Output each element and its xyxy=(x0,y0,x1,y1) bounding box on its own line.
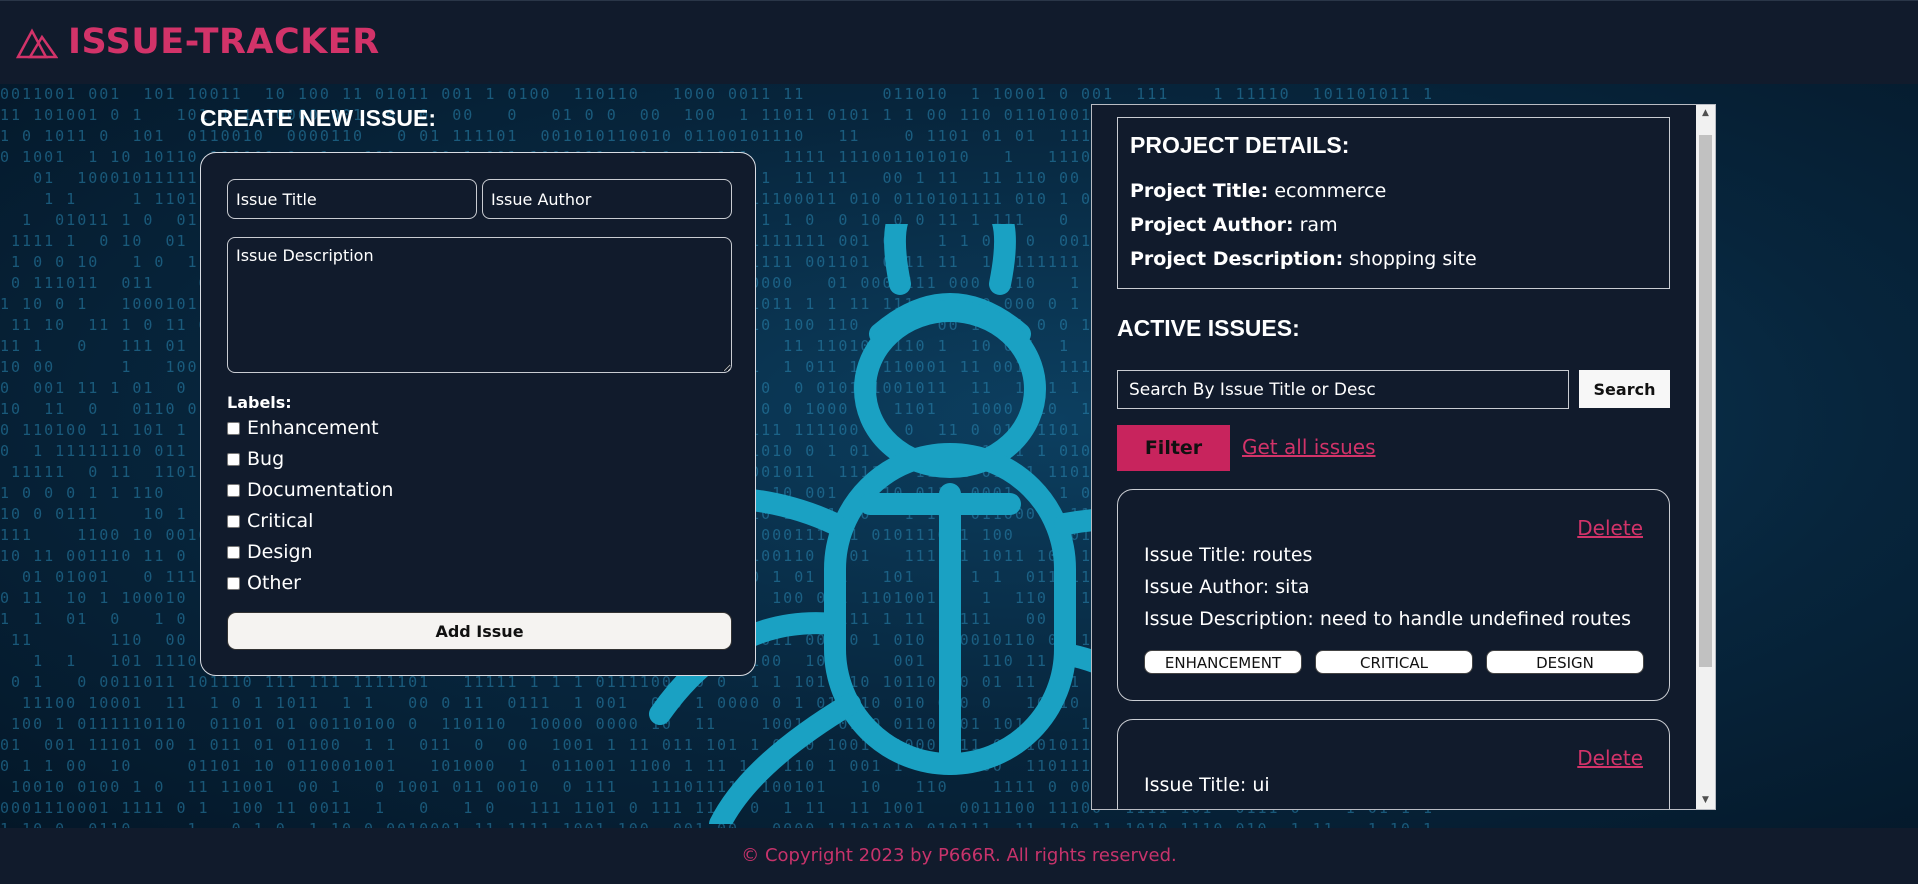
label-option-critical[interactable]: Critical xyxy=(227,510,313,532)
checkbox-label: Critical xyxy=(247,510,314,532)
documentation-checkbox[interactable] xyxy=(227,483,240,497)
field-value: routes xyxy=(1252,544,1313,566)
field-value: need to handle undefined routes xyxy=(1319,608,1632,630)
bug-checkbox[interactable] xyxy=(227,452,240,466)
field-label: Issue Description: xyxy=(1144,608,1314,630)
project-details-heading: PROJECT DETAILS: xyxy=(1130,132,1350,158)
field-value: ui xyxy=(1252,774,1270,796)
issue-title-input[interactable] xyxy=(227,179,477,219)
active-issues-heading: ACTIVE ISSUES: xyxy=(1117,315,1300,341)
footer: © Copyright 2023 by P666R. All rights re… xyxy=(0,828,1918,884)
scroll-thumb[interactable] xyxy=(1699,135,1712,667)
label-option-other[interactable]: Other xyxy=(227,572,301,594)
search-input[interactable] xyxy=(1117,370,1569,409)
checkbox-label: Documentation xyxy=(247,479,394,501)
project-description-row: Project Description: shopping site xyxy=(1130,248,1477,270)
field-label: Project Title: xyxy=(1130,180,1269,202)
field-value: ram xyxy=(1299,214,1338,236)
tag-enhancement: ENHANCEMENT xyxy=(1144,650,1302,674)
search-button[interactable]: Search xyxy=(1579,370,1670,408)
delete-issue-link[interactable]: Delete xyxy=(1577,746,1643,770)
project-panel[interactable]: PROJECT DETAILS: Project Title: ecommerc… xyxy=(1091,104,1716,810)
field-value: sita xyxy=(1275,576,1310,598)
field-label: Issue Title: xyxy=(1144,544,1247,566)
tag-design: DESIGN xyxy=(1486,650,1644,674)
issue-card: Delete Issue Title: ui xyxy=(1117,719,1670,809)
app-header: ISSUE-TRACKER xyxy=(0,0,1918,84)
issue-title-row: Issue Title: routes xyxy=(1144,544,1312,566)
create-issue-heading: CREATE NEW ISSUE: xyxy=(200,105,436,131)
issue-author-row: Issue Author: sita xyxy=(1144,576,1310,598)
filter-button[interactable]: Filter xyxy=(1117,425,1230,471)
issue-card: Delete Issue Title: routes Issue Author:… xyxy=(1117,489,1670,701)
field-label: Issue Author: xyxy=(1144,576,1270,598)
label-option-documentation[interactable]: Documentation xyxy=(227,479,393,501)
critical-checkbox[interactable] xyxy=(227,514,240,528)
label-option-design[interactable]: Design xyxy=(227,541,313,563)
enhancement-checkbox[interactable] xyxy=(227,421,240,435)
field-label: Issue Title: xyxy=(1144,774,1247,796)
tag-critical: CRITICAL xyxy=(1315,650,1473,674)
triangle-logo-icon xyxy=(16,28,58,59)
label-option-enhancement[interactable]: Enhancement xyxy=(227,417,379,439)
copyright-text: © Copyright 2023 by P666R. All rights re… xyxy=(741,845,1177,866)
field-value: ecommerce xyxy=(1274,180,1387,202)
other-checkbox[interactable] xyxy=(227,576,240,590)
issue-description-row: Issue Description: need to handle undefi… xyxy=(1144,608,1631,630)
labels-heading: Labels: xyxy=(227,393,292,412)
get-all-issues-link[interactable]: Get all issues xyxy=(1242,435,1376,459)
delete-issue-link[interactable]: Delete xyxy=(1577,516,1643,540)
brand-title[interactable]: ISSUE-TRACKER xyxy=(68,22,380,62)
project-author-row: Project Author: ram xyxy=(1130,214,1338,236)
checkbox-label: Bug xyxy=(247,448,285,470)
field-label: Project Author: xyxy=(1130,214,1294,236)
label-option-bug[interactable]: Bug xyxy=(227,448,284,470)
checkbox-label: Other xyxy=(247,572,301,594)
issue-author-input[interactable] xyxy=(482,179,732,219)
project-details-box: PROJECT DETAILS: Project Title: ecommerc… xyxy=(1117,117,1670,289)
field-value: shopping site xyxy=(1349,248,1477,270)
field-label: Project Description: xyxy=(1130,248,1344,270)
checkbox-label: Enhancement xyxy=(247,417,379,439)
issue-title-row: Issue Title: ui xyxy=(1144,774,1270,796)
design-checkbox[interactable] xyxy=(227,545,240,559)
create-issue-form: Labels: Enhancement Bug Documentation Cr… xyxy=(200,152,756,676)
project-title-row: Project Title: ecommerce xyxy=(1130,180,1386,202)
scroll-down-arrow-icon[interactable]: ▼ xyxy=(1696,792,1715,809)
scroll-up-arrow-icon[interactable]: ▲ xyxy=(1696,105,1715,122)
issue-description-input[interactable] xyxy=(227,237,732,373)
add-issue-button[interactable]: Add Issue xyxy=(227,612,732,650)
panel-scrollbar[interactable]: ▲ ▼ xyxy=(1696,105,1715,809)
checkbox-label: Design xyxy=(247,541,313,563)
